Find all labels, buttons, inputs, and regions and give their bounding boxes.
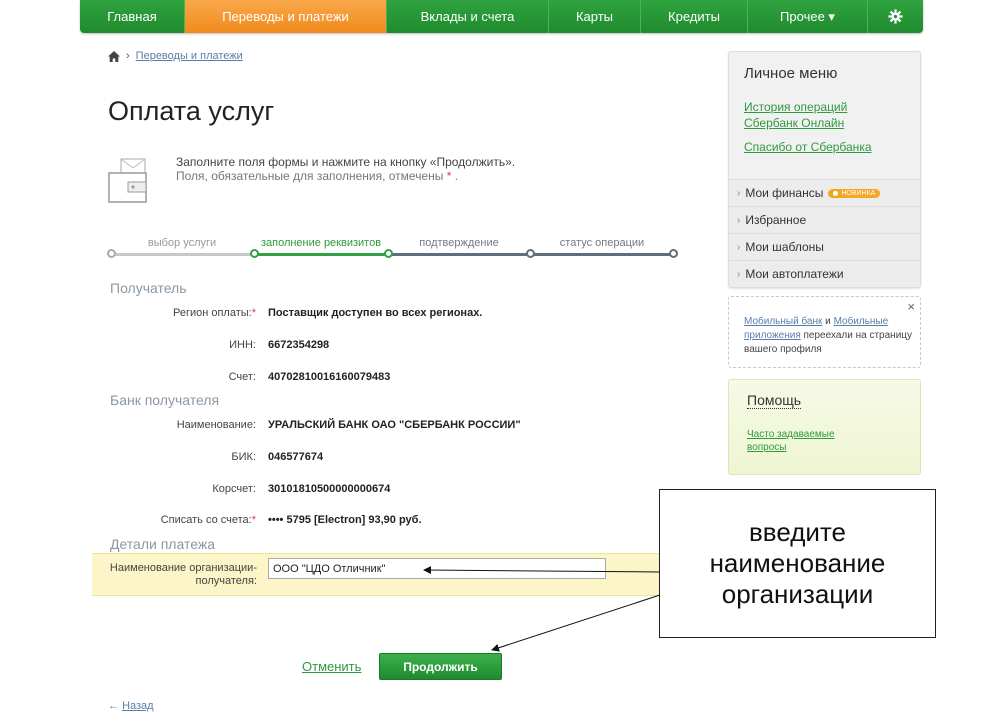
menu-item-my-templates[interactable]: › Мои шаблоны: [729, 233, 920, 260]
organization-name-input[interactable]: [268, 558, 606, 579]
notice-text: Мобильный банк и Мобильные приложения пе…: [744, 316, 913, 355]
nav-credits[interactable]: Кредиты: [641, 0, 748, 33]
nav-transfers-payments[interactable]: Переводы и платежи: [185, 0, 387, 33]
top-navigation: Главная Переводы и платежи Вклады и счет…: [80, 0, 923, 33]
section-payment-details: Детали платежа: [110, 536, 215, 552]
chevron-right-icon: ›: [737, 187, 741, 199]
menu-item-my-finances[interactable]: › Мои финансы НОВИНКА: [729, 179, 920, 206]
menu-item-favorites[interactable]: › Избранное: [729, 206, 920, 233]
breadcrumb-link-transfers[interactable]: Переводы и платежи: [136, 50, 243, 62]
step-confirm: подтверждение: [419, 237, 499, 249]
steps-progress: выбор услуги заполнение реквизитов подтв…: [107, 236, 678, 260]
form-instructions: Заполните поля формы и нажмите на кнопку…: [176, 155, 515, 183]
step-dot: [107, 249, 116, 258]
page-title: Оплата услуг: [108, 96, 275, 126]
history-link[interactable]: История операций Сбербанк Онлайн: [744, 99, 847, 131]
instructions-line2: Поля, обязательные для заполнения, отмеч…: [176, 169, 459, 183]
section-recipient: Получатель: [110, 280, 187, 296]
step-fill-details: заполнение реквизитов: [260, 237, 382, 249]
label-payment-region: Регион оплаты:*: [172, 307, 256, 319]
settings-button[interactable]: [868, 0, 923, 33]
label-debit-account: Списать со счета:*: [160, 514, 256, 526]
home-icon[interactable]: [108, 50, 120, 62]
help-box: Помощь Часто задаваемые вопросы: [728, 379, 921, 475]
label-organization-name: Наименование организации- получателя:: [109, 562, 257, 587]
step-dot: [526, 249, 535, 258]
cancel-link[interactable]: Отменить: [302, 659, 361, 674]
nav-cards[interactable]: Карты: [549, 0, 641, 33]
back-arrow-icon: ←: [108, 700, 119, 712]
value-account: 40702810016160079483: [268, 371, 391, 383]
nav-other[interactable]: Прочее ▾: [748, 0, 868, 33]
value-bik: 046577674: [268, 451, 324, 463]
wallet-icon: [108, 158, 147, 203]
value-corr-account: 30101810500000000674: [268, 483, 391, 495]
step-track-done: [112, 253, 254, 256]
nav-deposits-accounts[interactable]: Вклады и счета: [387, 0, 549, 33]
section-recipient-bank: Банк получателя: [110, 392, 220, 408]
value-inn: 6672354298: [268, 339, 330, 351]
annotation-callout: введите наименование организации: [659, 489, 936, 638]
mobile-bank-link[interactable]: Мобильный банк: [744, 316, 822, 327]
close-icon[interactable]: ×: [907, 299, 915, 314]
spasibo-link[interactable]: Спасибо от Сбербанка: [744, 139, 872, 155]
label-bank-name: Наименование:: [176, 419, 256, 431]
value-debit-account[interactable]: •••• 5795 [Electron] 93,90 руб.: [268, 514, 422, 526]
new-badge: НОВИНКА: [828, 188, 881, 198]
breadcrumb: › Переводы и платежи: [108, 50, 243, 62]
personal-menu-title: Личное меню: [744, 65, 838, 82]
back-link[interactable]: ← Назад: [108, 700, 154, 712]
step-dot: [669, 249, 678, 258]
faq-link[interactable]: Часто задаваемые вопросы: [747, 428, 867, 454]
mobile-bank-notice: × Мобильный банк и Мобильные приложения …: [728, 296, 921, 368]
instructions-line1: Заполните поля формы и нажмите на кнопку…: [176, 155, 516, 169]
chevron-right-icon: ›: [737, 241, 741, 253]
menu-item-autopayments[interactable]: › Мои автоплатежи: [729, 260, 920, 287]
required-mark: *: [446, 169, 452, 183]
help-title[interactable]: Помощь: [747, 392, 802, 409]
chevron-right-icon: ›: [737, 214, 741, 226]
arrow-to-continue: [491, 594, 661, 652]
chevron-right-icon: ›: [737, 268, 741, 280]
label-corr-account: Корсчет:: [212, 483, 256, 495]
step-status: статус операции: [559, 237, 645, 249]
breadcrumb-separator: ›: [126, 50, 130, 62]
gear-icon: [888, 9, 903, 24]
value-payment-region: Поставщик доступен во всех регионах.: [268, 307, 483, 319]
step-dot: [384, 249, 393, 258]
label-account: Счет:: [228, 371, 256, 383]
step-dot: [250, 249, 259, 258]
nav-main[interactable]: Главная: [80, 0, 185, 33]
personal-menu: Личное меню История операций Сбербанк Он…: [728, 51, 921, 288]
step-select-service: выбор услуги: [147, 237, 217, 249]
label-inn: ИНН:: [229, 339, 256, 351]
label-bik: БИК:: [231, 451, 256, 463]
step-track-current: [254, 253, 388, 256]
value-bank-name: УРАЛЬСКИЙ БАНК ОАО "СБЕРБАНК РОССИИ": [268, 419, 521, 431]
continue-button[interactable]: Продолжить: [379, 653, 502, 680]
